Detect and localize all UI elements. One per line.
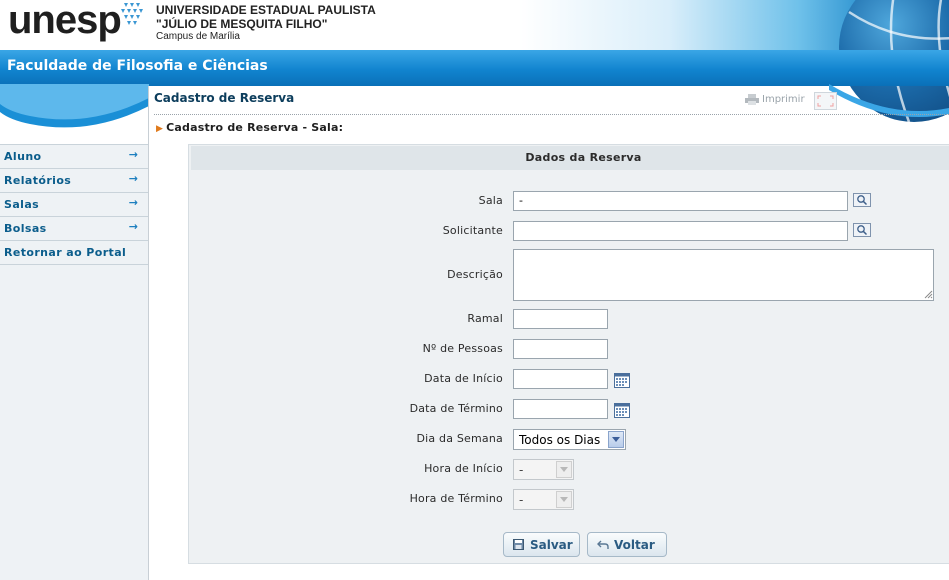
pessoas-input[interactable] <box>513 339 608 359</box>
sala-input[interactable]: - <box>513 191 848 211</box>
chevron-down-icon[interactable] <box>556 461 572 478</box>
chevron-down-icon[interactable] <box>556 491 572 508</box>
calendar-icon[interactable] <box>614 403 630 418</box>
save-button-label: Salvar <box>530 538 573 552</box>
sidebar-item-bolsas[interactable]: Bolsas → <box>0 217 148 241</box>
hora-termino-label: Hora de Término <box>409 492 503 505</box>
lookup-search-icon[interactable] <box>853 223 871 237</box>
unesp-logo[interactable]: unesp <box>8 0 122 43</box>
header-swoosh-right <box>829 84 949 117</box>
solicitante-label: Solicitante <box>442 224 503 237</box>
descricao-textarea[interactable] <box>513 249 934 301</box>
lookup-search-icon[interactable] <box>853 193 871 207</box>
sidebar-divider <box>148 86 149 580</box>
sidebar-item-relatorios[interactable]: Relatórios → <box>0 169 148 193</box>
unesp-logo-mark-icon <box>121 3 143 25</box>
back-button[interactable]: Voltar <box>587 532 667 557</box>
sidebar-item-label: Salas <box>4 198 40 211</box>
title-divider <box>154 114 949 115</box>
bullet-triangle-icon: ▶ <box>156 124 164 134</box>
data-termino-input[interactable] <box>513 399 608 419</box>
undo-arrow-icon <box>597 540 609 549</box>
pessoas-label: Nº de Pessoas <box>422 342 503 355</box>
campus-name: Campus de Marília <box>156 31 240 42</box>
sidebar-item-label: Retornar ao Portal <box>4 246 127 259</box>
sidebar-menu: Aluno → Relatórios → Salas → Bolsas → Re… <box>0 144 148 265</box>
hora-inicio-label: Hora de Início <box>424 462 503 475</box>
sidebar-item-label: Bolsas <box>4 222 47 235</box>
institution-name: UNIVERSIDADE ESTADUAL PAULISTA <box>156 3 376 17</box>
sidebar-swoosh <box>0 84 149 128</box>
institution-subname: "JÚLIO DE MESQUITA FILHO" <box>156 17 328 31</box>
ramal-input[interactable] <box>513 309 608 329</box>
page-title: Cadastro de Reserva <box>154 91 295 105</box>
form-heading: Dados da Reserva <box>525 151 642 164</box>
descricao-label: Descrição <box>447 268 503 281</box>
calendar-icon[interactable] <box>614 373 630 388</box>
sidebar-item-retornar-portal[interactable]: Retornar ao Portal <box>0 241 148 265</box>
floppy-disk-icon <box>513 539 524 550</box>
dia-semana-select[interactable]: Todos os Dias <box>513 429 626 450</box>
sidebar-item-aluno[interactable]: Aluno → <box>0 145 148 169</box>
hora-termino-value: - <box>519 493 524 507</box>
subtitle-text: Cadastro de Reserva - Sala: <box>166 121 344 134</box>
data-inicio-input[interactable] <box>513 369 608 389</box>
sala-label: Sala <box>478 194 503 207</box>
dia-semana-value: Todos os Dias <box>519 433 601 447</box>
sidebar-item-label: Aluno <box>4 150 42 163</box>
fullscreen-icon[interactable] <box>814 92 837 110</box>
arrow-right-icon: → <box>128 220 138 233</box>
faculty-name: Faculdade de Filosofia e Ciências <box>7 58 268 74</box>
back-button-label: Voltar <box>614 538 655 552</box>
resize-grip-icon[interactable] <box>924 290 933 299</box>
section-subtitle: ▶ Cadastro de Reserva - Sala: <box>156 121 343 134</box>
arrow-right-icon: → <box>128 196 138 209</box>
arrow-right-icon: → <box>128 172 138 185</box>
dia-semana-label: Dia da Semana <box>416 432 503 445</box>
hora-inicio-select[interactable]: - <box>513 459 574 480</box>
arrow-right-icon: → <box>128 148 138 161</box>
expand-arrows-icon <box>817 95 834 107</box>
hora-inicio-value: - <box>519 463 524 477</box>
data-termino-label: Data de Término <box>409 402 503 415</box>
print-link[interactable]: Imprimir <box>762 94 805 105</box>
chevron-down-icon[interactable] <box>608 431 624 448</box>
ramal-label: Ramal <box>467 312 503 325</box>
sidebar-item-salas[interactable]: Salas → <box>0 193 148 217</box>
sidebar-item-label: Relatórios <box>4 174 72 187</box>
solicitante-input[interactable] <box>513 221 848 241</box>
save-button[interactable]: Salvar <box>503 532 580 557</box>
printer-icon[interactable] <box>745 94 759 105</box>
hora-termino-select[interactable]: - <box>513 489 574 510</box>
data-inicio-label: Data de Início <box>424 372 503 385</box>
